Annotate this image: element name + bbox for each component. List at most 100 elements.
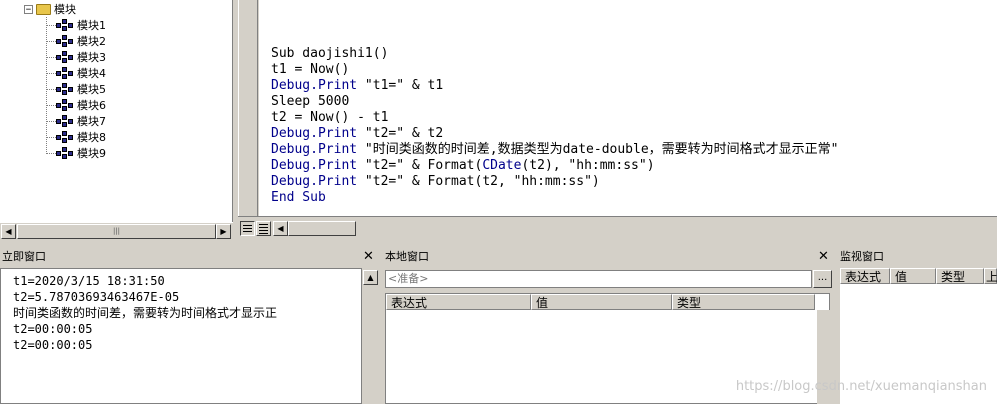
tree-item-label: 模块6: [77, 99, 106, 112]
tree-item-module[interactable]: 模块5: [46, 81, 106, 97]
full-module-view-button[interactable]: [256, 221, 271, 236]
code-margin-indicator-bar[interactable]: [238, 0, 258, 216]
code-line[interactable]: Debug.Print "时间类函数的时间差,数据类型为date-double，…: [271, 142, 839, 158]
immediate-output-line: t2=5.78703693463467E-05: [13, 290, 180, 304]
project-tree: − 模块 模块1 模块2 模块3 模块4 模块5 模块6 模块7 模块8 模块9: [0, 0, 233, 222]
scroll-up-icon[interactable]: ▲: [363, 270, 378, 285]
full-module-view-icon: [259, 224, 268, 234]
code-keyword: CDate: [482, 158, 522, 173]
tree-connector: [46, 56, 56, 58]
tree-item-label: 模块4: [77, 67, 106, 80]
column-header-context[interactable]: 上: [984, 268, 997, 284]
tree-item-module[interactable]: 模块9: [46, 145, 106, 161]
tree-item-module[interactable]: 模块6: [46, 97, 106, 113]
immediate-vertical-scrollbar[interactable]: ▲: [362, 268, 379, 404]
code-scroll-track[interactable]: [288, 221, 356, 236]
code-line[interactable]: Debug.Print "t2=" & t2: [271, 126, 443, 142]
tree-item-module[interactable]: 模块1: [46, 17, 106, 33]
code-text: "t1=" & t1: [357, 78, 444, 93]
procedure-view-icon: [243, 225, 252, 232]
module-icon: [56, 35, 74, 47]
immediate-output-line: t2=00:00:05: [13, 338, 93, 352]
tree-horizontal-scrollbar[interactable]: ◀ ||| ▶: [0, 222, 233, 239]
tree-item-module[interactable]: 模块2: [46, 33, 106, 49]
code-keyword: Debug.Print: [271, 78, 358, 93]
code-text: t1 = Now(): [271, 62, 350, 77]
code-text: Sleep 5000: [271, 94, 350, 109]
module-icon: [56, 115, 74, 127]
code-line[interactable]: Debug.Print "t2=" & Format(CDate(t2), "h…: [271, 158, 655, 174]
code-text: "t2=" & t2: [357, 126, 444, 141]
code-line[interactable]: t1 = Now(): [271, 62, 349, 78]
immediate-output-line: t2=00:00:05: [13, 322, 93, 336]
tree-connector: [46, 120, 56, 122]
column-header-expression[interactable]: 表达式: [840, 268, 890, 284]
tree-item-label: 模块2: [77, 35, 106, 48]
close-icon[interactable]: ✕: [361, 250, 376, 265]
code-text: "t2=" & Format(t2, "hh:mm:ss"): [357, 174, 600, 189]
module-icon: [56, 19, 74, 31]
tree-connector: [46, 40, 56, 42]
locals-context-field: <准备>: [385, 270, 812, 288]
watch-window-titlebar: 监视窗口: [838, 248, 997, 268]
tree-connector: [46, 24, 56, 26]
column-header-type[interactable]: 类型: [672, 294, 815, 310]
column-header-value[interactable]: 值: [890, 268, 936, 284]
module-icon: [56, 99, 74, 111]
scroll-right-icon[interactable]: ▶: [216, 224, 231, 239]
tree-item-label: 模块9: [77, 147, 106, 160]
code-line[interactable]: Sub daojishi1(): [271, 46, 388, 62]
tree-root-node[interactable]: − 模块: [24, 2, 76, 16]
scroll-left-icon[interactable]: ◀: [1, 224, 16, 239]
module-icon: [56, 67, 74, 79]
tree-root-label: 模块: [54, 3, 76, 16]
code-editor[interactable]: Sub daojishi1() t1 = Now() Debug.Print "t1…: [259, 0, 997, 216]
tree-item-label: 模块7: [77, 115, 106, 128]
code-line[interactable]: End Sub: [271, 190, 326, 206]
close-icon[interactable]: ✕: [816, 250, 831, 265]
module-icon: [56, 51, 74, 63]
module-icon: [56, 147, 74, 159]
code-editor-status-bar: ◀: [238, 216, 997, 241]
folder-icon: [36, 3, 51, 15]
code-keyword: End Sub: [271, 190, 326, 205]
tree-item-module[interactable]: 模块7: [46, 113, 106, 129]
code-line[interactable]: t2 = Now() - t1: [271, 110, 388, 126]
immediate-window-titlebar: 立即窗口 ✕: [0, 248, 380, 268]
scroll-thumb[interactable]: |||: [17, 224, 216, 239]
module-icon: [56, 131, 74, 143]
tree-item-module[interactable]: 模块8: [46, 129, 106, 145]
immediate-output-line: t1=2020/3/15 18:31:50: [13, 274, 165, 288]
watch-window-title: 监视窗口: [840, 250, 884, 263]
procedure-view-button[interactable]: [240, 221, 255, 236]
code-keyword: Debug.Print: [271, 158, 358, 173]
collapse-icon[interactable]: −: [24, 4, 33, 14]
code-text: "时间类函数的时间差,数据类型为date-double，需要转为时间格式才显示正…: [357, 142, 839, 157]
immediate-output-line: 时间类函数的时间差，需要转为时间格式才显示正: [13, 306, 278, 320]
locals-window-title: 本地窗口: [385, 250, 429, 263]
module-icon: [56, 83, 74, 95]
tree-item-module[interactable]: 模块4: [46, 65, 106, 81]
locals-window-titlebar: 本地窗口 ✕: [383, 248, 833, 268]
tree-connector: [46, 104, 56, 106]
immediate-window-output[interactable]: t1=2020/3/15 18:31:50 t2=5.78703693463467…: [0, 268, 362, 404]
tree-item-module[interactable]: 模块3: [46, 49, 106, 65]
code-keyword: Debug.Print: [271, 126, 358, 141]
call-stack-button[interactable]: ...: [813, 270, 832, 288]
column-header-expression[interactable]: 表达式: [386, 294, 531, 310]
code-scroll-left-icon[interactable]: ◀: [273, 221, 288, 236]
code-text: "t2=" & Format(: [357, 158, 483, 173]
code-keyword: Debug.Print: [271, 174, 358, 189]
code-keyword: Debug.Print: [271, 142, 358, 157]
column-header-value[interactable]: 值: [531, 294, 672, 310]
tree-connector: [46, 72, 56, 74]
code-line[interactable]: Debug.Print "t2=" & Format(t2, "hh:mm:ss…: [271, 174, 600, 190]
column-header-type[interactable]: 类型: [936, 268, 984, 284]
tree-item-label: 模块3: [77, 51, 106, 64]
immediate-window-title: 立即窗口: [2, 250, 46, 263]
tree-connector: [46, 136, 56, 138]
tree-item-label: 模块1: [77, 19, 106, 32]
code-line[interactable]: Debug.Print "t1=" & t1: [271, 78, 443, 94]
tree-connector: [46, 88, 56, 90]
code-line[interactable]: Sleep 5000: [271, 94, 349, 110]
